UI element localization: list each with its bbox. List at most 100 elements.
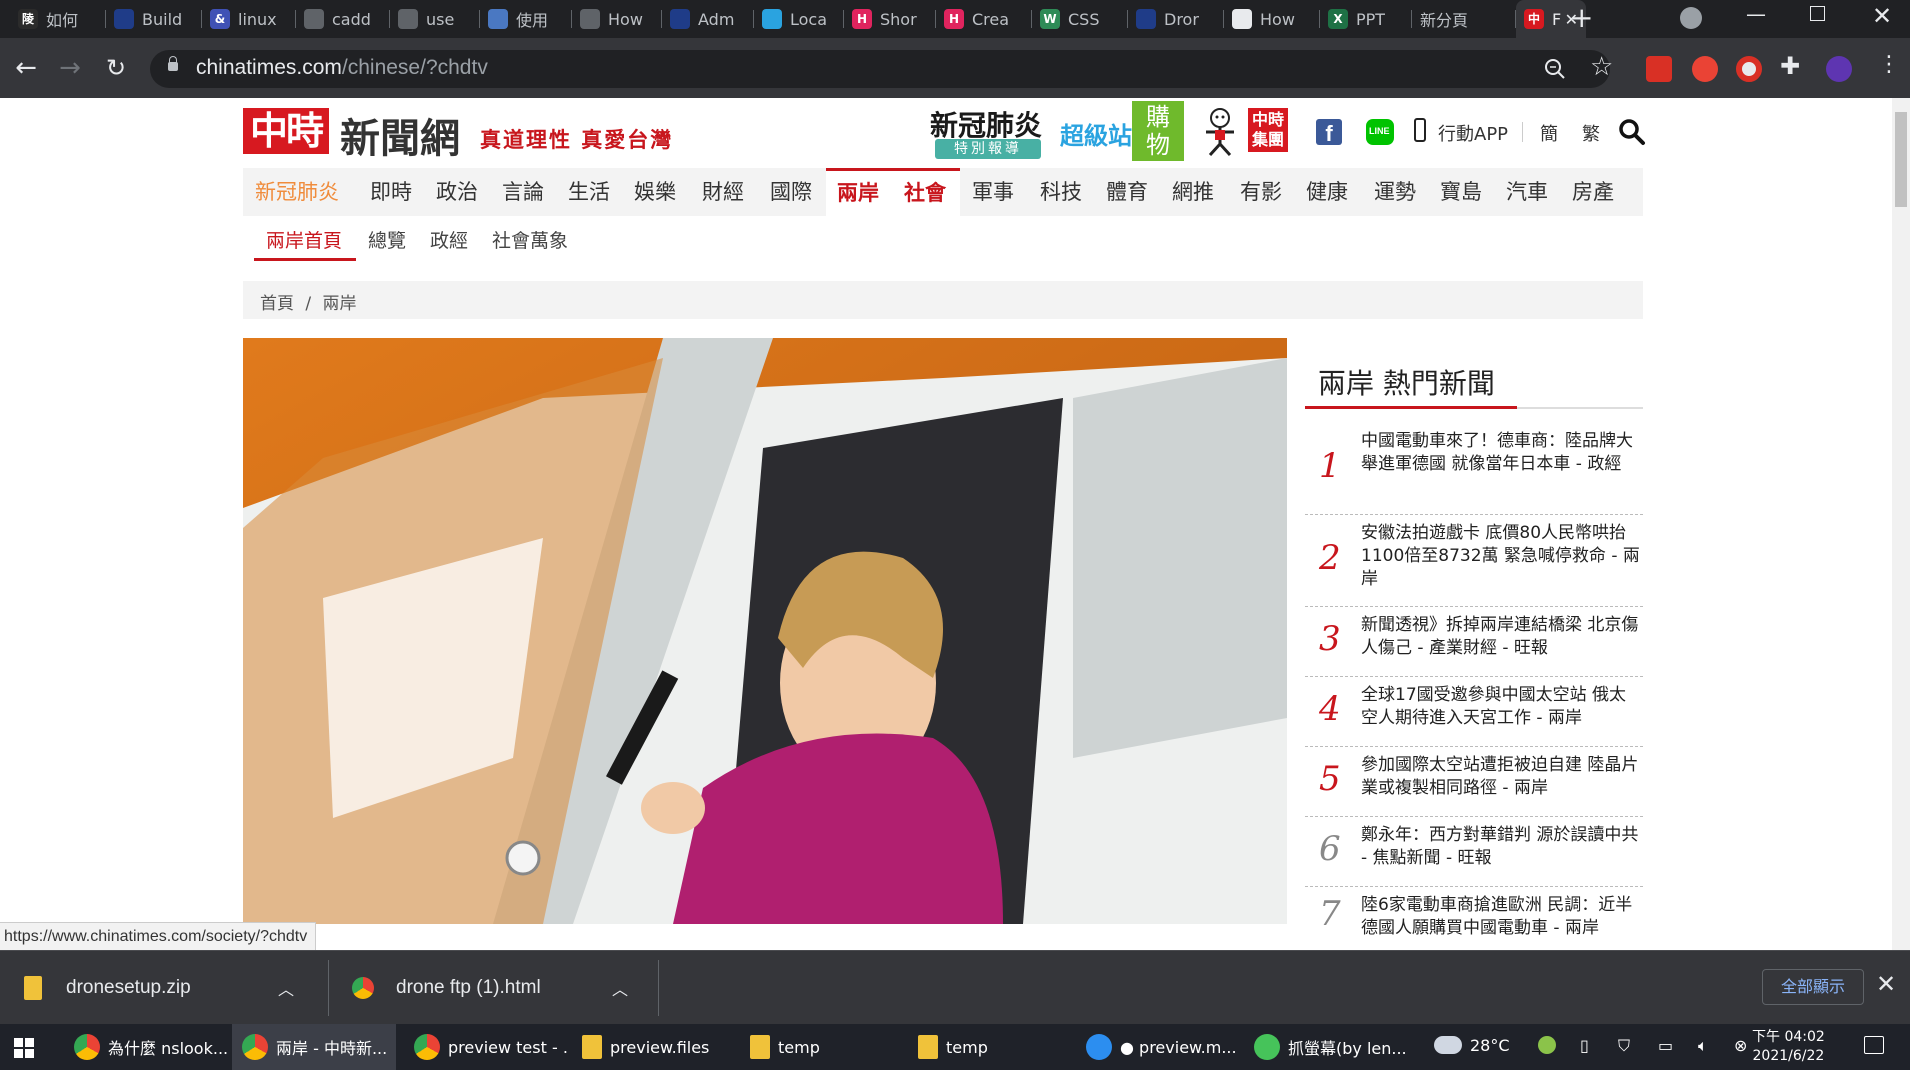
search-icon[interactable] <box>1618 118 1646 146</box>
taskbar-clock[interactable]: 下午 04:02 2021/6/22 <box>1752 1028 1825 1066</box>
extension-1-icon[interactable] <box>1646 56 1672 82</box>
forward-button[interactable]: → <box>52 50 88 86</box>
nav-item[interactable]: 兩岸 <box>826 168 890 219</box>
tray-app-icon[interactable] <box>1538 1036 1556 1054</box>
browser-tab[interactable]: Loca <box>754 0 844 38</box>
covid-banner-title[interactable]: 新冠肺炎 <box>930 104 1042 144</box>
weather-icon[interactable] <box>1434 1036 1462 1054</box>
scrollbar-thumb[interactable] <box>1895 112 1907 207</box>
browser-tab[interactable]: H Crea <box>936 0 1032 38</box>
nav-item[interactable]: 寶島 <box>1428 168 1494 216</box>
browser-tab[interactable]: & linux <box>202 0 296 38</box>
nav-item[interactable]: 國際 <box>758 168 824 216</box>
hot-news-link[interactable]: 全球17國受邀參與中國太空站 俄太空人期待進入天宮工作 - 兩岸 <box>1361 684 1643 730</box>
extensions-puzzle-icon[interactable]: ✚ <box>1780 52 1800 80</box>
shopping-link[interactable]: 購物 <box>1132 101 1184 161</box>
line-icon[interactable]: LINE <box>1366 119 1394 145</box>
download-item-zip[interactable]: dronesetup.zip ︿ <box>24 964 324 1012</box>
mascot-icon[interactable] <box>1198 106 1242 156</box>
hot-news-item[interactable]: 7 陸6家電動車商搶進歐洲 民調：近半德國人願購買中國電動車 - 兩岸 <box>1305 886 1643 946</box>
nav-item[interactable]: 健康 <box>1294 168 1360 216</box>
simplified-chinese-toggle[interactable]: 簡 <box>1540 120 1558 146</box>
volume-icon[interactable]: 🔈︎ <box>1698 1036 1708 1056</box>
taskbar-item[interactable]: ● preview.m... <box>1076 1024 1240 1070</box>
tab-search-button[interactable] <box>1680 7 1702 29</box>
reload-button[interactable]: ↻ <box>98 50 134 86</box>
hero-photo[interactable] <box>243 338 1287 924</box>
new-tab-button[interactable]: + <box>1570 1 1593 34</box>
nav-item[interactable]: 言論 <box>490 168 556 216</box>
nav-item[interactable]: 房產 <box>1560 168 1626 216</box>
hot-news-item[interactable]: 3 新聞透視》拆掉兩岸連結橋梁 北京傷人傷己 - 產業財經 - 旺報 <box>1305 606 1643 677</box>
hot-news-link[interactable]: 中國電動車來了！德車商：陸品牌大舉進軍德國 就像當年日本車 - 政經 <box>1361 430 1643 476</box>
hot-news-item[interactable]: 5 參加國際太空站遭拒被迫自建 陸晶片業或複製相同路徑 - 兩岸 <box>1305 746 1643 817</box>
nav-item[interactable]: 網推 <box>1160 168 1226 216</box>
extension-2-icon[interactable] <box>1692 56 1718 82</box>
browser-tab[interactable]: H Shor <box>844 0 936 38</box>
usb-icon[interactable]: ▯ <box>1580 1036 1589 1055</box>
nav-item[interactable]: 科技 <box>1028 168 1094 216</box>
nav-item[interactable]: 運勢 <box>1362 168 1428 216</box>
lock-icon[interactable] <box>168 56 178 71</box>
hot-news-item[interactable]: 6 鄭永年：西方對華錯判 源於誤讀中共 - 焦點新聞 - 旺報 <box>1305 816 1643 887</box>
browser-tab[interactable]: How <box>572 0 662 38</box>
extension-3-icon[interactable] <box>1736 56 1762 82</box>
taskbar-item[interactable]: 為什麼 nslook... <box>64 1024 228 1070</box>
notification-icon[interactable] <box>1864 1036 1884 1054</box>
security-shield-icon[interactable]: ⛉ <box>1618 1036 1630 1056</box>
browser-menu-icon[interactable]: ⋮ <box>1878 52 1900 77</box>
browser-tab[interactable]: use <box>390 0 480 38</box>
site-logo-mark[interactable]: 中時 <box>243 108 329 154</box>
zoom-icon[interactable] <box>1544 58 1566 80</box>
minimize-button[interactable]: — <box>1746 2 1766 26</box>
browser-tab[interactable]: X PPT <box>1320 0 1412 38</box>
nav-item[interactable]: 汽車 <box>1494 168 1560 216</box>
show-all-downloads-button[interactable]: 全部顯示 <box>1762 969 1864 1005</box>
covid-banner-subtitle[interactable]: 特別報導 <box>935 139 1041 159</box>
taskbar-item[interactable]: preview.files <box>572 1024 736 1070</box>
hot-news-item[interactable]: 1 中國電動車來了！德車商：陸品牌大舉進軍德國 就像當年日本車 - 政經 <box>1305 422 1643 515</box>
traditional-chinese-toggle[interactable]: 繁 <box>1582 120 1600 146</box>
nav-item[interactable]: 體育 <box>1094 168 1160 216</box>
hot-news-link[interactable]: 鄭永年：西方對華錯判 源於誤讀中共 - 焦點新聞 - 旺報 <box>1361 824 1643 870</box>
weather-temp[interactable]: 28°C <box>1470 1036 1510 1055</box>
site-logo-text[interactable]: 新聞網 <box>340 106 460 164</box>
chevron-up-icon[interactable]: ︿ <box>278 976 294 1000</box>
nav-item[interactable]: 生活 <box>556 168 622 216</box>
nav-item[interactable]: 軍事 <box>960 168 1026 216</box>
subnav-item[interactable]: 政經 <box>430 226 468 256</box>
subnav-item[interactable]: 社會萬象 <box>492 226 568 256</box>
subnav-item[interactable]: 兩岸首頁 <box>266 226 342 256</box>
restore-button[interactable] <box>1810 6 1825 21</box>
hot-news-item[interactable]: 4 全球17國受邀參與中國太空站 俄太空人期待進入天宮工作 - 兩岸 <box>1305 676 1643 747</box>
hot-news-link[interactable]: 安徽法拍遊戲卡 底價80人民幣哄抬1100倍至8732萬 緊急喊停救命 - 兩岸 <box>1361 522 1643 591</box>
hot-news-link[interactable]: 陸6家電動車商搶進歐洲 民調：近半德國人願購買中國電動車 - 兩岸 <box>1361 894 1643 940</box>
hot-news-link[interactable]: 參加國際太空站遭拒被迫自建 陸晶片業或複製相同路徑 - 兩岸 <box>1361 754 1643 800</box>
windows-start-icon[interactable] <box>14 1038 34 1058</box>
nav-item[interactable]: 即時 <box>358 168 424 216</box>
scrollbar[interactable] <box>1892 98 1910 950</box>
chevron-up-icon[interactable]: ︿ <box>612 976 628 1000</box>
nav-item[interactable]: 娛樂 <box>622 168 688 216</box>
mute-icon[interactable]: ⊗ <box>1734 1036 1747 1055</box>
browser-tab[interactable]: Adm <box>662 0 754 38</box>
back-button[interactable]: ← <box>8 50 44 86</box>
group-logo[interactable]: 中時集團 <box>1248 108 1288 152</box>
close-window-button[interactable]: ✕ <box>1872 2 1892 30</box>
browser-tab[interactable]: Build <box>106 0 202 38</box>
hot-news-item[interactable]: 2 安徽法拍遊戲卡 底價80人民幣哄抬1100倍至8732萬 緊急喊停救命 - 兩… <box>1305 514 1643 607</box>
nav-item[interactable]: 社會 <box>890 168 960 219</box>
subnav-item[interactable]: 總覽 <box>368 226 406 256</box>
bookmark-star-icon[interactable]: ☆ <box>1590 52 1613 82</box>
browser-tab[interactable]: 新分頁 <box>1412 0 1516 38</box>
nav-item[interactable]: 政治 <box>424 168 490 216</box>
close-downloads-icon[interactable]: ✕ <box>1876 970 1896 998</box>
breadcrumb-home[interactable]: 首頁 <box>260 294 294 314</box>
nav-item[interactable]: 新冠肺炎 <box>246 168 348 216</box>
taskbar-item[interactable]: 抓螢幕(by len... <box>1244 1024 1414 1070</box>
taskbar-item[interactable]: temp <box>740 1024 904 1070</box>
facebook-icon[interactable]: f <box>1316 119 1342 146</box>
breadcrumb-current[interactable]: 兩岸 <box>323 294 357 314</box>
nav-item[interactable]: 財經 <box>690 168 756 216</box>
url-text[interactable]: chinatimes.com/chinese/?chdtv <box>196 56 488 80</box>
